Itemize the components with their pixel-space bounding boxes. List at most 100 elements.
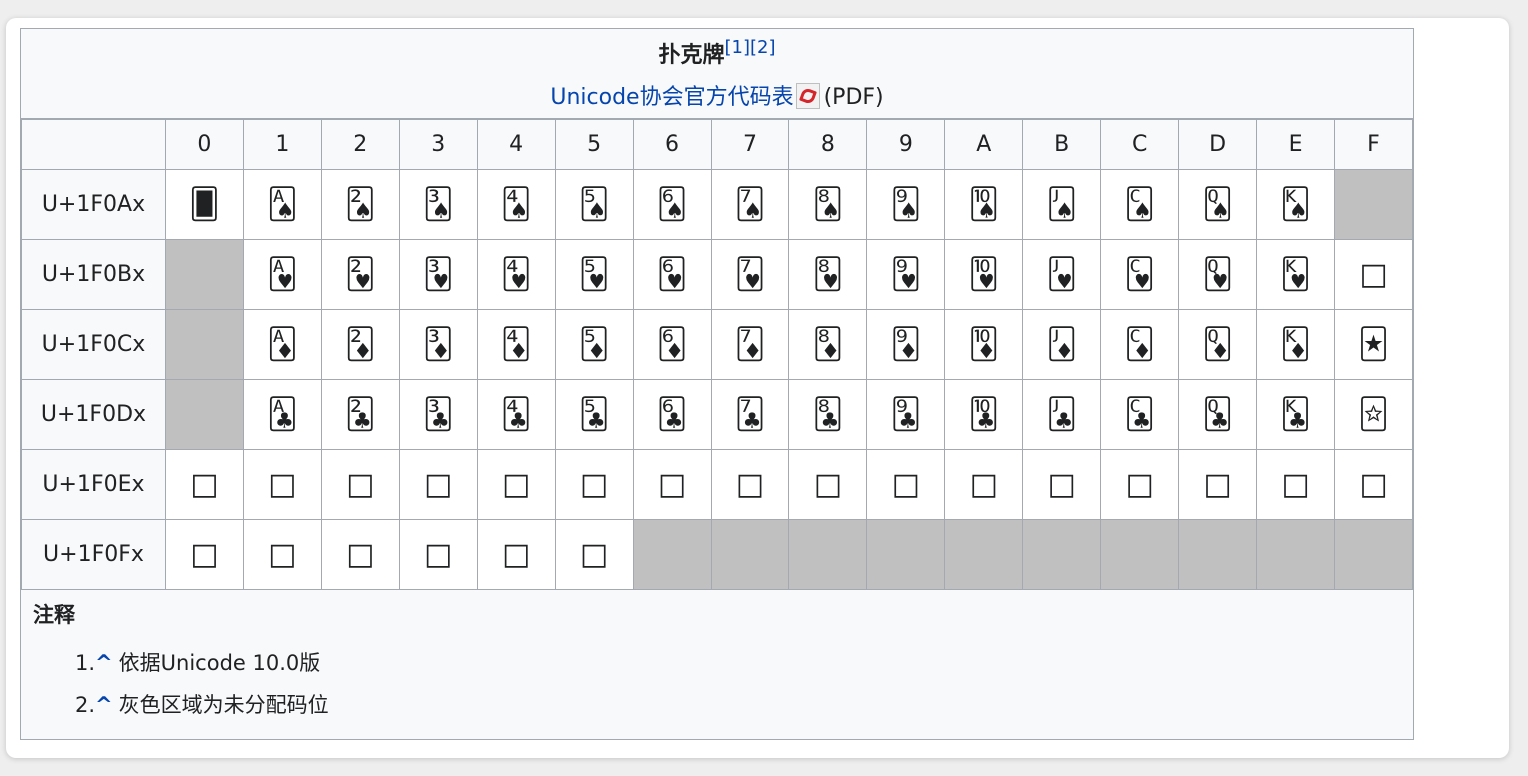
glyph-cell: 🂩	[866, 169, 946, 240]
playing-card-icon: 🂶	[656, 256, 688, 292]
playing-card-icon: 🃛	[1046, 396, 1078, 432]
playing-card-icon: 🃃	[422, 326, 454, 362]
unicode-chart-link[interactable]: Unicode协会官方代码表	[550, 85, 793, 110]
row-label: U+1F0Fx	[21, 519, 166, 590]
unassigned-cell	[944, 519, 1024, 590]
playing-card-icon: 🂮	[1280, 186, 1311, 222]
playing-card-icon: 🂩	[890, 186, 922, 222]
box-glyph-icon: □	[190, 466, 219, 502]
glyph-cell: 🂻	[1022, 239, 1102, 310]
playing-card-icon: 🃘	[812, 396, 844, 432]
box-glyph-icon: □	[190, 536, 219, 572]
playing-card-icon: 🃍	[1202, 326, 1233, 362]
playing-card-icon: 🂽	[1202, 256, 1234, 292]
glyph-cell: 🃇	[710, 309, 790, 380]
glyph-cell: 🃂	[320, 309, 400, 380]
playing-card-icon: 🂨	[812, 186, 844, 222]
box-glyph-icon: □	[1047, 466, 1076, 502]
glyph-cell: 🂮	[1256, 169, 1335, 240]
box-glyph-icon: □	[735, 466, 765, 502]
playing-card-icon: 🃒	[344, 396, 376, 432]
glyph-cell: □	[866, 449, 946, 520]
box-glyph-icon: □	[1359, 466, 1388, 502]
playing-card-icon: 🃁	[266, 326, 298, 362]
glyph-cell: 🂣	[398, 169, 478, 240]
glyph-cell: 🃏	[1334, 309, 1413, 380]
playing-card-icon: 🃊	[968, 326, 1000, 362]
glyph-cell: 🃃	[398, 309, 478, 380]
playing-card-icon: 🃎	[1280, 326, 1311, 362]
column-header-B: B	[1022, 119, 1102, 170]
playing-card-icon: 🂸	[812, 256, 844, 292]
glyph-cell: □	[1334, 239, 1413, 310]
column-header-2: 2	[320, 119, 400, 170]
note-text: 灰色区域为未分配码位	[118, 693, 329, 717]
column-header-row: 0123456789ABCDEF	[21, 119, 1413, 170]
glyph-cell: 🃒	[320, 379, 400, 450]
unassigned-cell	[1100, 519, 1180, 590]
playing-card-icon: 🂥	[578, 186, 610, 222]
glyph-cell: □	[554, 519, 634, 590]
backlink-caret[interactable]: ^	[95, 651, 113, 675]
backlink-caret[interactable]: ^	[95, 693, 113, 717]
glyph-cell: 🃖	[632, 379, 712, 450]
playing-card-icon: 🂫	[1046, 186, 1078, 222]
glyph-cell: □	[398, 519, 478, 590]
glyph-cell: □	[242, 519, 322, 590]
glyph-cell: 🂺	[944, 239, 1024, 310]
playing-card-icon: 🂬	[1124, 186, 1155, 222]
glyph-cell: 🃛	[1022, 379, 1102, 450]
glyph-cell: 🃈	[788, 309, 868, 380]
ref-link-1[interactable]: [1]	[725, 37, 751, 58]
ref-link-2[interactable]: [2]	[750, 37, 776, 58]
playing-card-icon: 🃓	[422, 396, 454, 432]
column-header-F: F	[1334, 119, 1413, 170]
glyph-cell: 🃘	[788, 379, 868, 450]
playing-card-icon: 🃙	[890, 396, 922, 432]
box-glyph-icon: □	[969, 466, 998, 502]
glyph-cell: 🃟	[1334, 379, 1413, 450]
playing-card-icon: 🃑	[266, 396, 298, 432]
glyph-cell: 🂫	[1022, 169, 1102, 240]
corner-cell	[21, 119, 166, 170]
row-label: U+1F0Cx	[21, 309, 166, 380]
playing-card-icon: 🂹	[890, 256, 922, 292]
glyph-cell: 🃍	[1178, 309, 1258, 380]
column-header-4: 4	[476, 119, 556, 170]
glyph-cell: 🃉	[866, 309, 946, 380]
unassigned-cell	[1022, 519, 1102, 590]
table-row: U+1F0Ex □ □ □ □ □ □ □ □ □ □ □ □ □ □ □ □	[21, 449, 1413, 520]
playing-card-icon: 🃞	[1280, 396, 1311, 432]
pdf-icon	[795, 83, 820, 109]
box-glyph-icon: □	[1281, 466, 1310, 502]
column-header-5: 5	[554, 119, 634, 170]
glyph-cell: □	[944, 449, 1024, 520]
chart-link-line: Unicode协会官方代码表 (PDF)	[21, 79, 1413, 111]
glyph-cell: 🂠	[164, 169, 244, 240]
column-header-6: 6	[632, 119, 712, 170]
box-glyph-icon: □	[346, 466, 375, 502]
table-row: U+1F0Fx □ □ □ □ □ □	[21, 519, 1413, 590]
playing-card-icon: 🂭	[1202, 186, 1233, 222]
playing-card-icon: 🃉	[890, 326, 922, 362]
box-glyph-icon: □	[424, 536, 453, 572]
glyph-cell: 🂴	[476, 239, 556, 310]
unassigned-cell	[164, 379, 244, 450]
title-refs: [1][2]	[725, 37, 776, 58]
glyph-cell: 🂸	[788, 239, 868, 310]
notes-list: 1.^ 依据Unicode 10.0版 2.^ 灰色区域为未分配码位	[33, 647, 329, 719]
unassigned-cell	[788, 519, 868, 590]
glyph-cell: 🃅	[554, 309, 634, 380]
glyph-cell: 🃊	[944, 309, 1024, 380]
glyph-cell: □	[398, 449, 478, 520]
playing-card-icon: 🂤	[500, 186, 532, 222]
glyph-cell: 🂽	[1178, 239, 1258, 310]
playing-card-icon: 🂷	[734, 256, 766, 292]
glyph-cell: 🂭	[1178, 169, 1258, 240]
glyph-cell: 🂬	[1100, 169, 1180, 240]
glyph-cell: 🂦	[632, 169, 712, 240]
playing-card-icon: 🂱	[266, 256, 298, 292]
unassigned-cell	[1334, 169, 1413, 240]
playing-card-icon: 🂾	[1280, 256, 1311, 292]
table-caption: 扑克牌[1][2] Unicode协会官方代码表 (PDF)	[21, 29, 1413, 119]
